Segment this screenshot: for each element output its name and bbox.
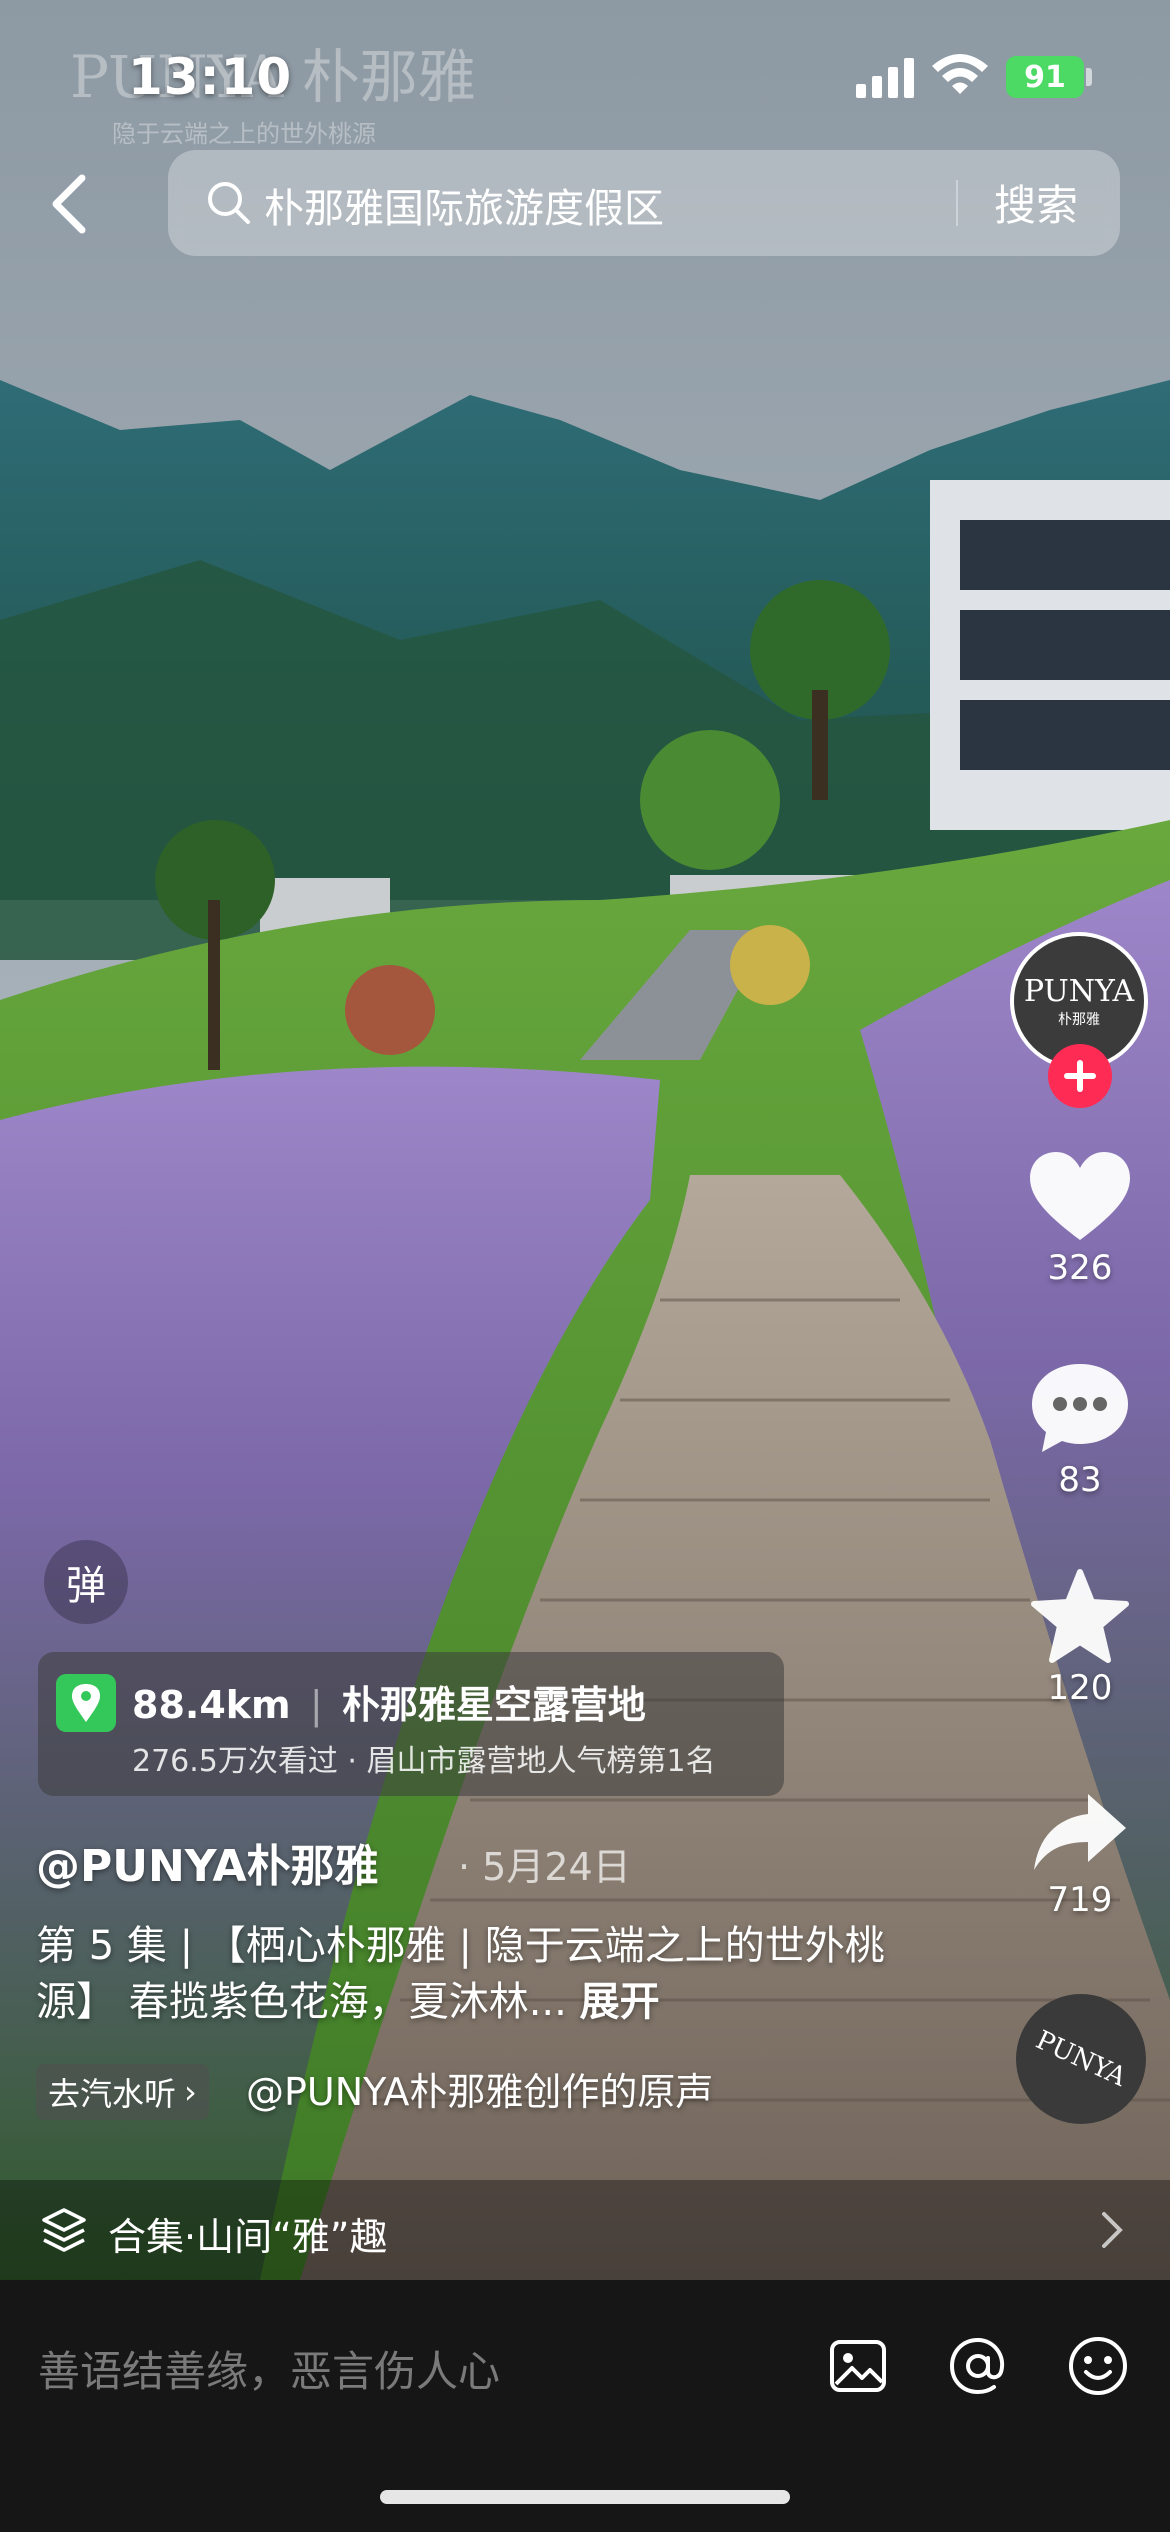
watermark-tagline: 隐于云端之上的世外桃源 [112,120,376,148]
location-title: 88.4km | 朴那雅星空露营地 [132,1674,646,1729]
plus-icon [1064,1060,1096,1092]
battery-cap [1086,68,1092,86]
favorite-button[interactable]: 120 [1010,1568,1150,1708]
location-detail: 276.5万次看过 · 眉山市露营地人气榜第1名 [132,1744,716,1779]
layers-icon [40,2206,88,2258]
location-pin-icon [56,1674,116,1732]
location-card[interactable]: 88.4km | 朴那雅星空露营地 276.5万次看过 · 眉山市露营地人气榜第… [38,1652,784,1796]
share-button[interactable]: 719 [1010,1790,1150,1920]
comment-count: 83 [1058,1460,1102,1500]
chevron-right-icon [1100,2208,1124,2256]
comment-input[interactable]: 善语结善缘，恶言伤人心 [38,2338,500,2399]
image-icon[interactable] [828,2336,888,2400]
post-description[interactable]: 第 5 集 | 【栖心朴那雅 | 隐于云端之上的世外桃源】 春揽紫色花海，夏沐林… [36,1918,896,2030]
signal-icon [856,58,916,102]
comment-bar: 善语结善缘，恶言伤人心 [0,2280,1170,2532]
description-text: 第 5 集 | 【栖心朴那雅 | 隐于云端之上的世外桃源】 春揽紫色花海，夏沐林… [36,1923,885,2025]
location-name: 朴那雅星空露营地 [341,1683,646,1727]
comment-icon [1010,1360,1150,1460]
heart-icon [1010,1150,1150,1248]
mention-icon[interactable] [946,2334,1010,2402]
share-count: 719 [1047,1880,1113,1920]
location-distance: 88.4km [132,1683,291,1727]
location-separator: | [309,1683,323,1727]
collection-bar[interactable]: 合集·山间“雅”趣 [0,2180,1170,2280]
collection-label: 合集·山间“雅”趣 [108,2215,388,2259]
share-arrow-icon [1010,1790,1150,1880]
expand-button[interactable]: 展开 [580,1979,660,2025]
search-icon [206,180,252,230]
search-query[interactable]: 朴那雅国际旅游度假区 [264,176,664,234]
qishui-listen-tag[interactable]: 去汽水听 › [36,2064,209,2120]
battery-level: 91 [1024,59,1066,95]
search-bar[interactable]: 朴那雅国际旅游度假区 搜索 [168,150,1120,256]
follow-button[interactable] [1048,1044,1112,1108]
chevron-right-icon: › [184,2073,197,2111]
back-button[interactable] [40,168,100,240]
music-disc[interactable]: PUNYA [1016,1994,1146,2124]
avatar-sub: 朴那雅 [1058,1011,1100,1028]
battery-indicator: 91 [1006,56,1084,98]
wifi-icon [932,54,988,102]
like-button[interactable]: 326 [1010,1150,1150,1288]
favorite-count: 120 [1047,1668,1113,1708]
disc-brand: PUNYA [1031,2025,1131,2093]
comment-button[interactable]: 83 [1010,1360,1150,1500]
danmaku-label: 弹 [66,1563,106,1609]
music-title[interactable]: @PUNYA朴那雅创作的原声 [246,2064,720,2120]
qishui-label: 去汽水听 [48,2075,177,2113]
home-indicator [380,2490,790,2504]
author-name[interactable]: @PUNYA朴那雅 [36,1830,379,1894]
search-divider [956,180,958,226]
like-count: 326 [1047,1248,1113,1288]
search-button[interactable]: 搜索 [994,172,1078,233]
status-time: 13:10 [128,48,293,106]
danmaku-toggle[interactable]: 弹 [44,1540,128,1624]
star-icon [1010,1568,1150,1668]
avatar-brand: PUNYA [1023,973,1135,1009]
emoji-icon[interactable] [1066,2334,1130,2402]
post-date: · 5月24日 [458,1845,631,1889]
